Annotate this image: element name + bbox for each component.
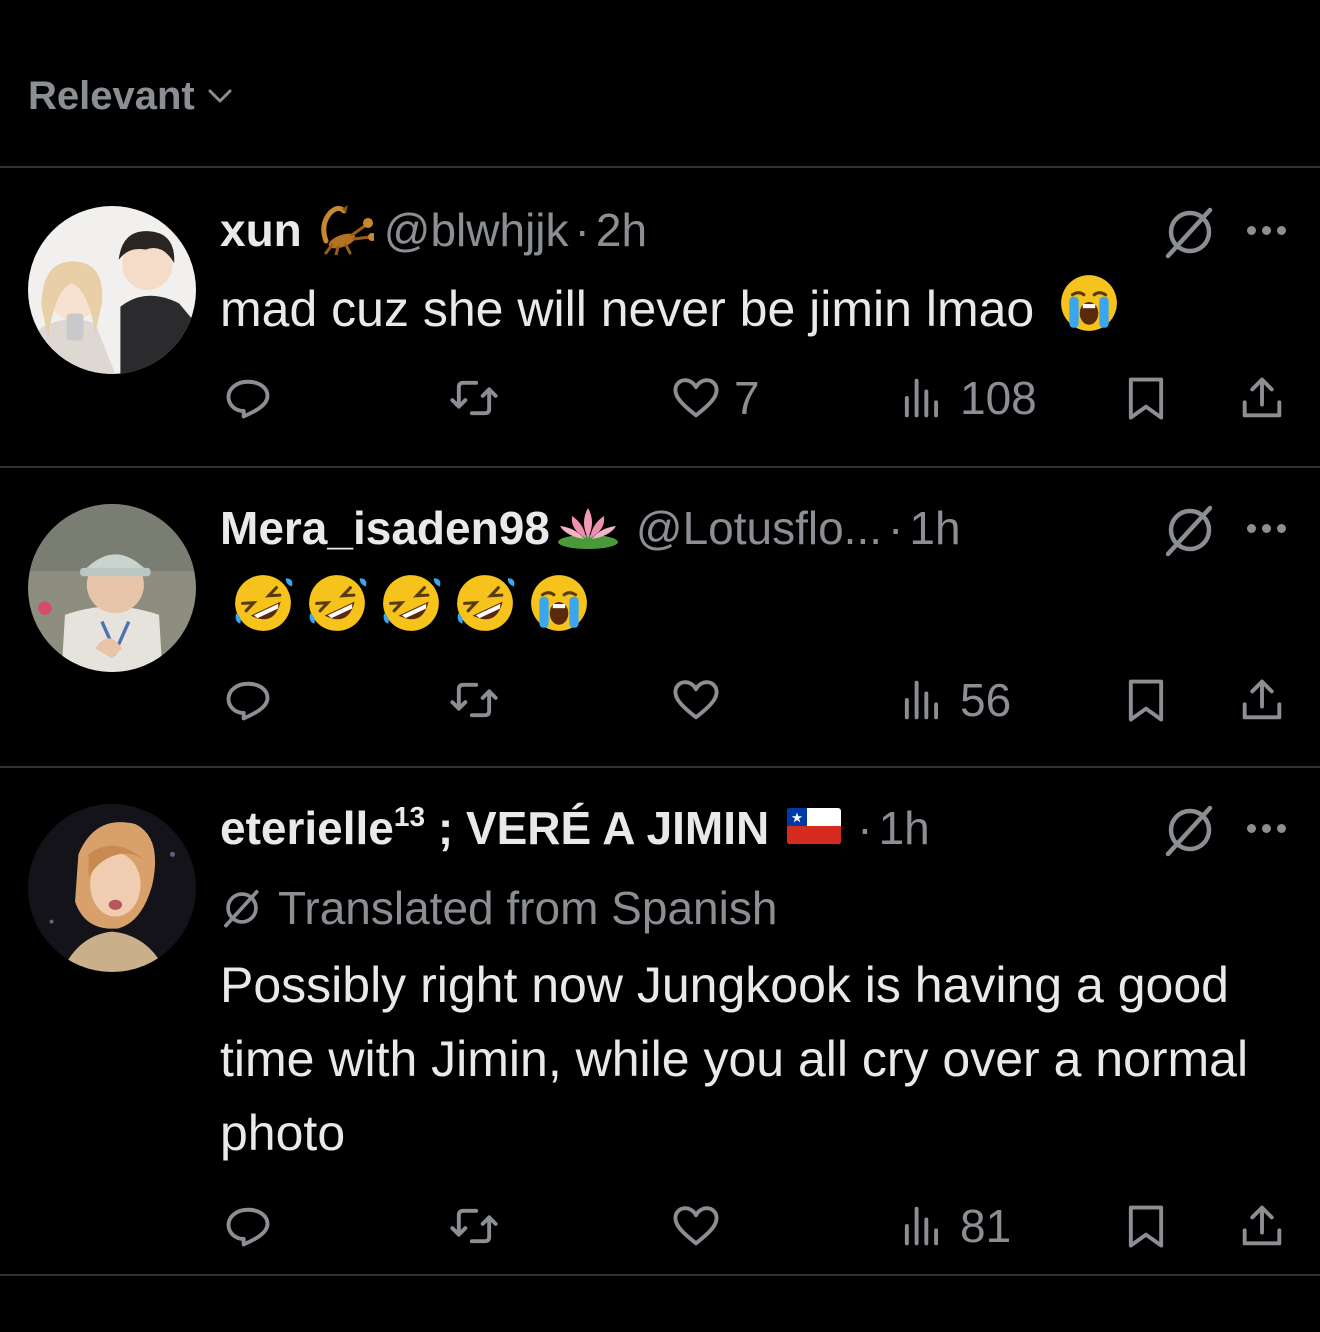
grok-translate-icon	[224, 890, 259, 928]
share-icon	[1242, 377, 1282, 418]
sort-label: Relevant	[28, 73, 195, 118]
view-count: 108	[960, 372, 1037, 424]
loudly-crying-face-icon	[1058, 272, 1120, 354]
sort-dropdown[interactable]: Relevant	[28, 72, 235, 120]
bookmark-button[interactable]	[1120, 368, 1172, 428]
avatar-image	[28, 504, 196, 672]
more-options-button[interactable]	[1240, 798, 1292, 858]
display-name[interactable]: xun	[220, 203, 302, 257]
avatar[interactable]	[28, 804, 196, 972]
rolling-on-floor-laughing-icon	[383, 575, 441, 631]
analytics-icon	[904, 378, 939, 418]
more-options-button[interactable]	[1240, 200, 1292, 260]
chile-flag-icon	[787, 807, 842, 849]
view-count: 56	[960, 674, 1012, 726]
reply-icon	[226, 1207, 270, 1247]
replies-page: Relevant xun @blwhjjk · 2h mad cuz she w…	[0, 0, 1320, 1332]
loudly-crying-face-icon	[531, 575, 587, 631]
action-bar: 56	[0, 670, 1320, 730]
display-name-superscript: 13	[393, 801, 426, 832]
views-button[interactable]: 56	[896, 670, 1011, 730]
reply-item[interactable]: Mera_isaden98 @Lotusflo... · 1h 56	[0, 468, 1320, 766]
translation-notice[interactable]: Translated from Spanish	[220, 878, 777, 938]
reply-header: Mera_isaden98 @Lotusflo... · 1h	[220, 498, 1180, 558]
heart-icon	[673, 378, 719, 418]
like-button[interactable]: 7	[670, 368, 760, 428]
avatar[interactable]	[28, 206, 196, 374]
reply-item[interactable]: xun @blwhjjk · 2h mad cuz she will never…	[0, 168, 1320, 466]
views-button[interactable]: 108	[896, 368, 1037, 428]
action-bar: 81	[0, 1196, 1320, 1256]
reply-button[interactable]	[222, 670, 274, 730]
retweet-icon	[450, 682, 498, 718]
display-name-main: eterielle	[220, 802, 394, 854]
avatar-image	[28, 206, 196, 374]
like-button[interactable]	[670, 670, 734, 730]
bookmark-icon	[1128, 679, 1164, 722]
translation-label: Translated from Spanish	[278, 882, 778, 934]
bookmark-button[interactable]	[1120, 670, 1172, 730]
timestamp[interactable]: 1h	[909, 501, 960, 555]
heart-icon	[673, 1206, 719, 1246]
reply-icon	[226, 379, 270, 419]
action-bar: 7 108	[0, 368, 1320, 428]
user-handle[interactable]: @blwhjjk	[384, 203, 569, 257]
reply-text: mad cuz she will never be jimin lmao	[220, 272, 1296, 354]
bookmark-icon	[1128, 377, 1164, 420]
grok-icon[interactable]	[1160, 500, 1220, 560]
share-button[interactable]	[1236, 1196, 1288, 1256]
view-count: 81	[960, 1200, 1012, 1252]
rolling-on-floor-laughing-icon	[235, 575, 293, 631]
separator-dot: ·	[888, 502, 904, 554]
separator-dot: ·	[574, 204, 590, 256]
retweet-button[interactable]	[448, 368, 500, 428]
retweet-button[interactable]	[448, 670, 500, 730]
share-button[interactable]	[1236, 368, 1288, 428]
avatar-image	[28, 804, 196, 972]
analytics-icon	[904, 680, 939, 720]
user-handle[interactable]: @Lotusflo...	[636, 501, 882, 555]
chevron-down-icon	[208, 89, 232, 103]
more-options-button[interactable]	[1240, 498, 1292, 558]
rolling-on-floor-laughing-icon	[457, 575, 515, 631]
separator-dot: ·	[857, 802, 873, 854]
reply-button[interactable]	[222, 368, 274, 428]
analytics-icon	[904, 1206, 939, 1246]
bookmark-button[interactable]	[1120, 1196, 1172, 1256]
reply-button[interactable]	[222, 1196, 274, 1256]
rolling-on-floor-laughing-icon	[309, 575, 367, 631]
display-name-suffix: ; VERÉ A JIMIN	[425, 802, 770, 854]
share-icon	[1242, 679, 1282, 720]
like-button[interactable]	[670, 1196, 734, 1256]
display-name[interactable]: Mera_isaden98	[220, 501, 550, 555]
share-button[interactable]	[1236, 670, 1288, 730]
display-name[interactable]: eterielle13 ; VERÉ A JIMIN	[220, 801, 769, 855]
retweet-icon	[450, 1208, 498, 1244]
grok-icon[interactable]	[1160, 202, 1220, 262]
grok-icon[interactable]	[1160, 800, 1220, 860]
share-icon	[1242, 1205, 1282, 1246]
reply-text	[220, 572, 1296, 634]
reply-text-content: mad cuz she will never be jimin lmao	[220, 281, 1035, 337]
scorpion-icon	[312, 201, 376, 260]
retweet-icon	[450, 380, 498, 416]
retweet-button[interactable]	[448, 1196, 500, 1256]
heart-icon	[673, 680, 719, 720]
bookmark-icon	[1128, 1205, 1164, 1248]
like-count: 7	[734, 372, 760, 424]
timestamp[interactable]: 2h	[596, 203, 647, 257]
reply-icon	[226, 681, 270, 721]
timestamp[interactable]: 1h	[879, 801, 930, 855]
reply-item[interactable]: eterielle13 ; VERÉ A JIMIN · 1h Translat…	[0, 768, 1320, 1274]
divider	[0, 1274, 1320, 1276]
reply-header: xun @blwhjjk · 2h	[220, 200, 1180, 260]
lotus-icon	[556, 502, 620, 555]
avatar[interactable]	[28, 504, 196, 672]
reply-header: eterielle13 ; VERÉ A JIMIN · 1h	[220, 798, 1180, 858]
reply-text: Possibly right now Jungkook is having a …	[220, 957, 1249, 1161]
views-button[interactable]: 81	[896, 1196, 1011, 1256]
